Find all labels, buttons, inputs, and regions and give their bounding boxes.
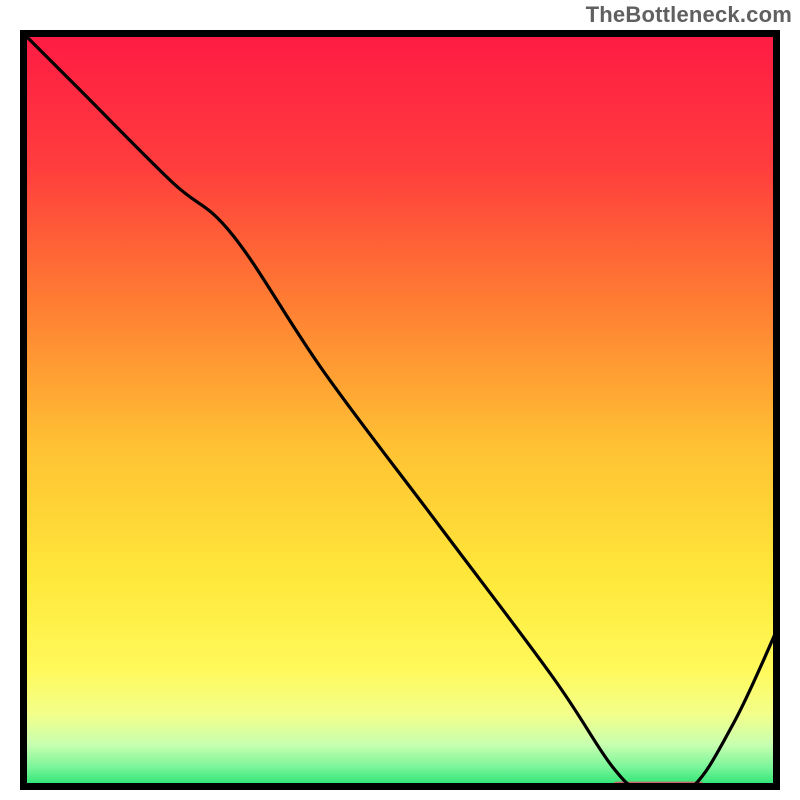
plot-svg: [20, 30, 780, 790]
chart-frame: TheBottleneck.com: [0, 0, 800, 800]
plot-area: [20, 30, 780, 790]
watermark-label: TheBottleneck.com: [586, 2, 792, 28]
